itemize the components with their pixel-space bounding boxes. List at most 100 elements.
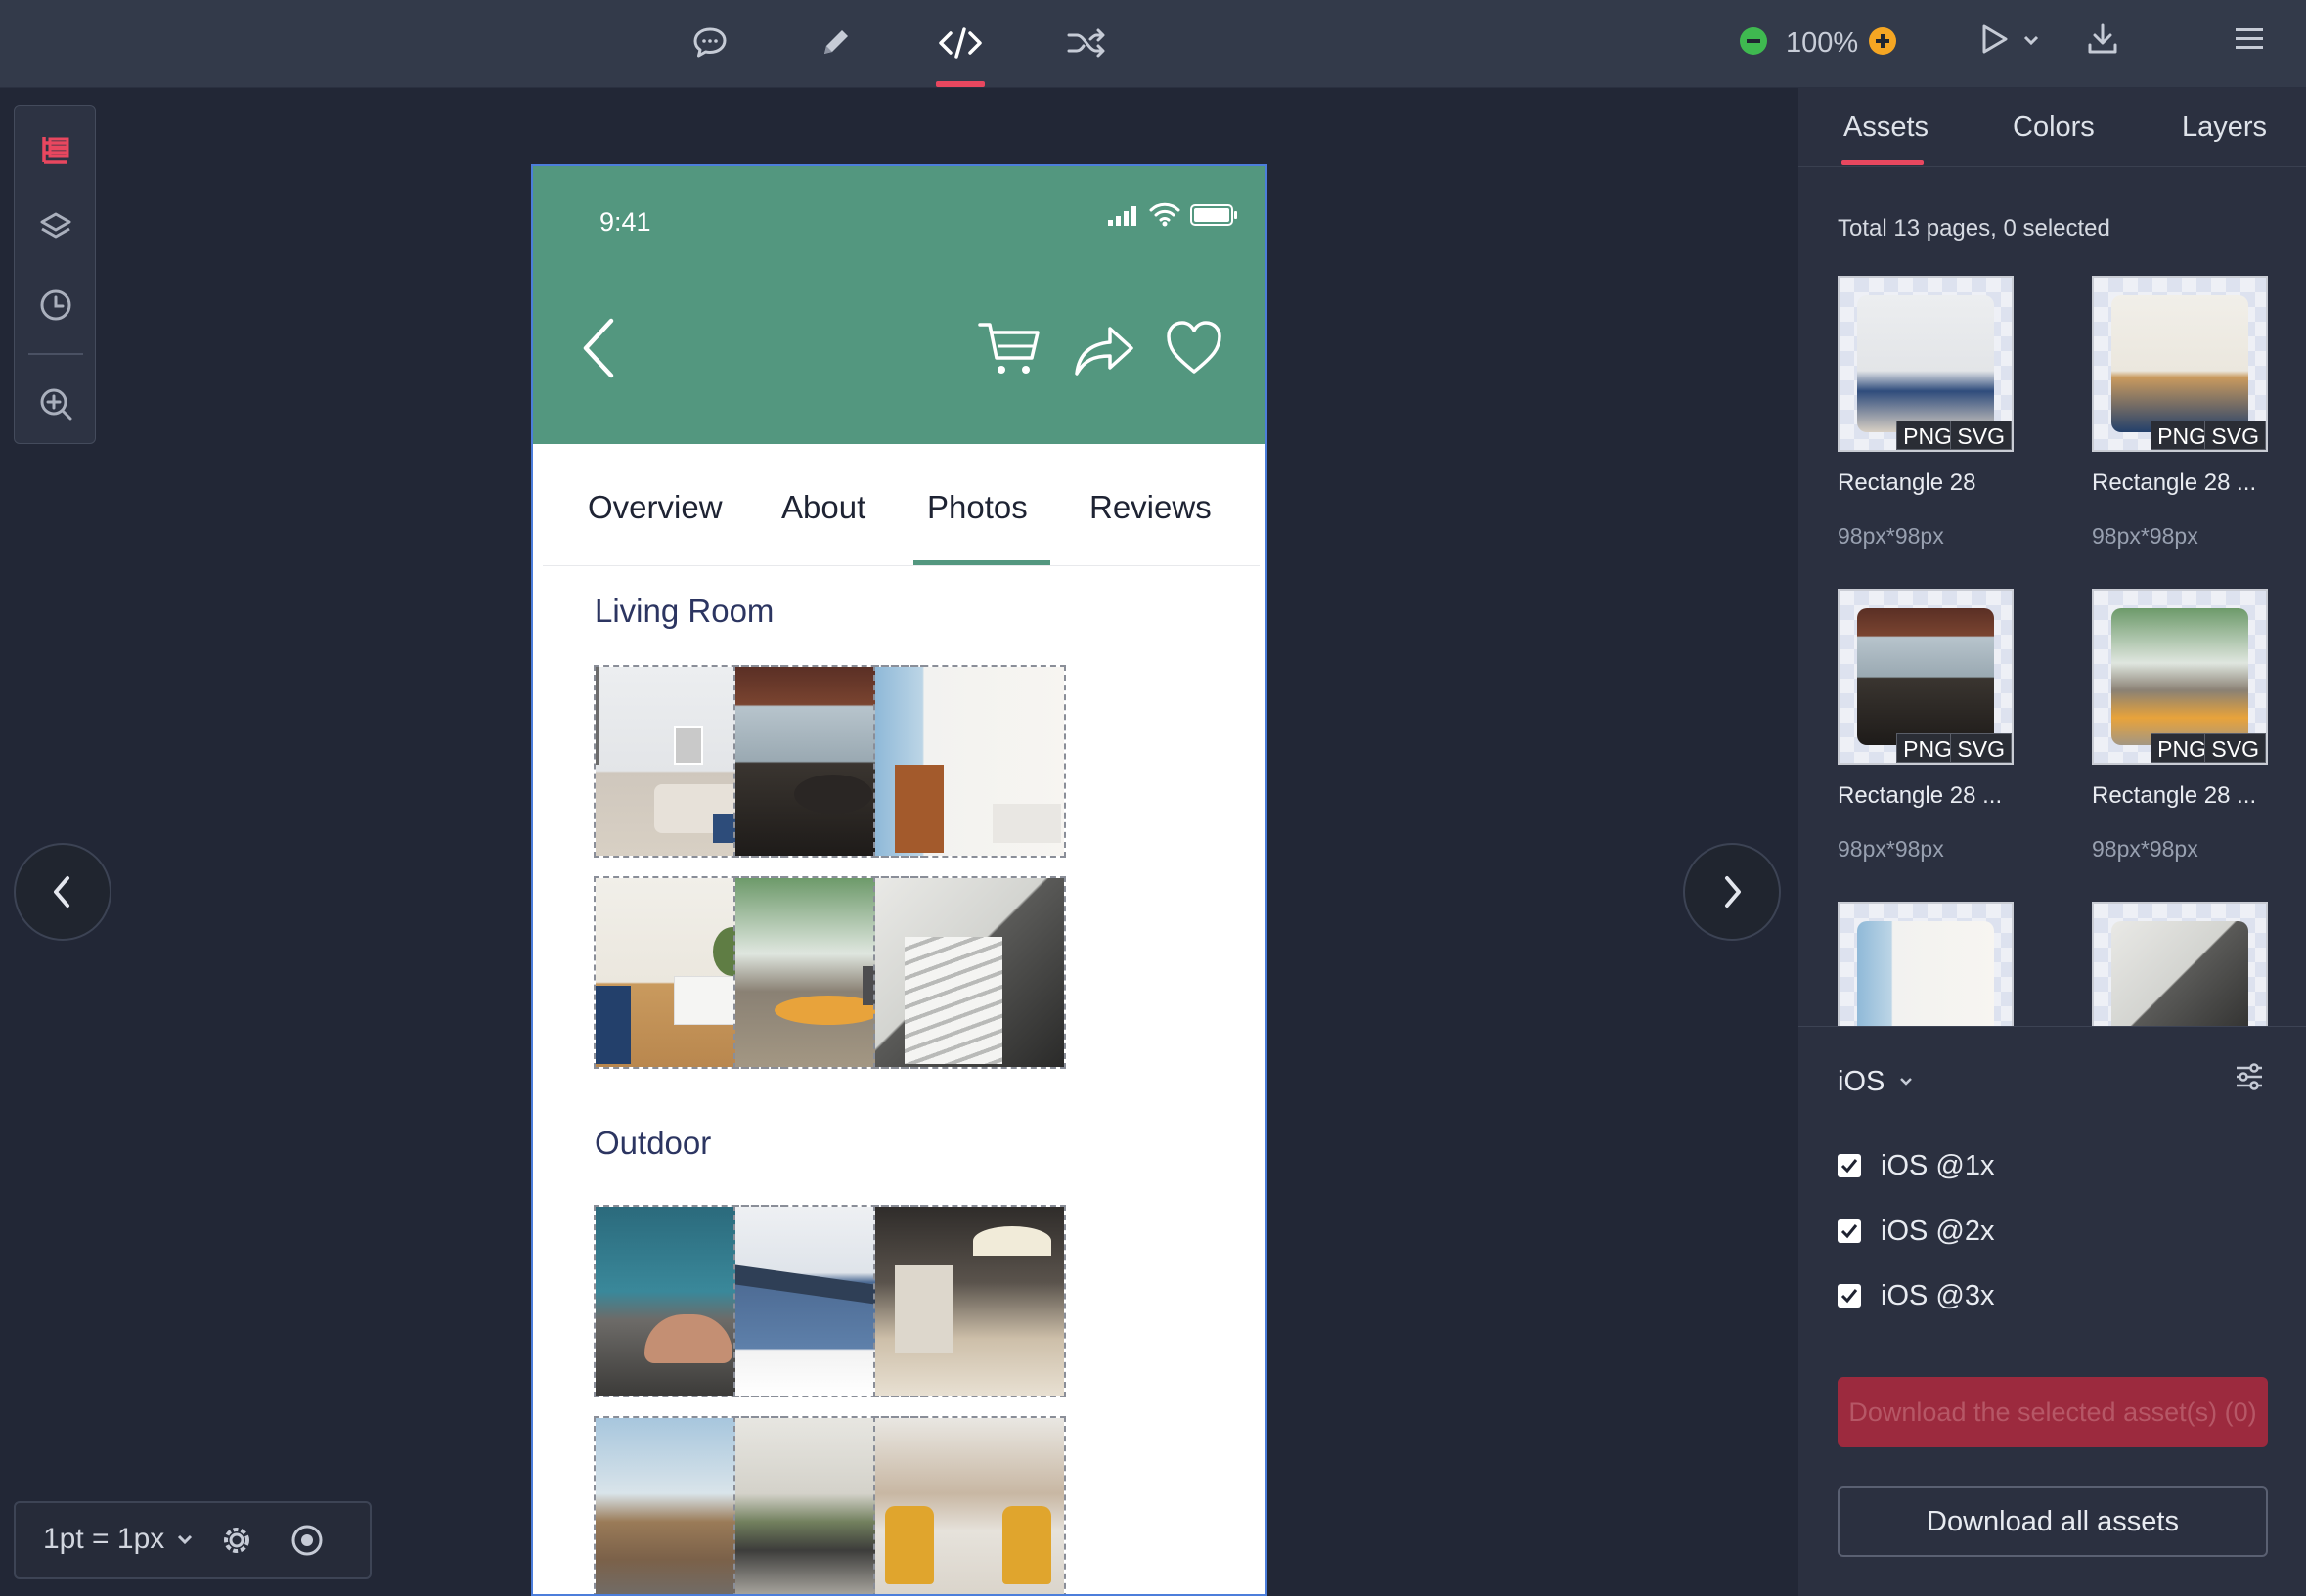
tab-layers[interactable]: Layers bbox=[2182, 111, 2267, 144]
download-selected-button[interactable]: Download the selected asset(s) (0) bbox=[1838, 1377, 2268, 1447]
history-icon bbox=[40, 289, 71, 321]
assets-summary: Total 13 pages, 0 selected bbox=[1838, 215, 2110, 242]
scale-control: 1pt = 1px bbox=[14, 1501, 372, 1579]
photo-outdoor-6[interactable] bbox=[873, 1416, 1066, 1594]
zoom-button[interactable] bbox=[32, 380, 79, 427]
zoom-level: 100% bbox=[1786, 27, 1859, 59]
phone-artboard: 9:41 Overview About Photos Reviews Livin… bbox=[531, 164, 1267, 1596]
code-icon[interactable] bbox=[933, 16, 988, 70]
asset-size: 98px*98px bbox=[1838, 836, 1944, 862]
export-settings-button[interactable] bbox=[2233, 1060, 2266, 1093]
photo-outdoor-3[interactable] bbox=[873, 1205, 1066, 1397]
layers-button[interactable] bbox=[32, 203, 79, 250]
ios-2x-label: iOS @2x bbox=[1881, 1216, 1995, 1247]
share-icon bbox=[1075, 327, 1133, 376]
svg-badge[interactable]: SVG bbox=[2204, 733, 2266, 763]
sliders-icon bbox=[2237, 1063, 2262, 1090]
comment-icon[interactable] bbox=[683, 16, 737, 70]
history-button[interactable] bbox=[32, 282, 79, 329]
asset-thumbnail[interactable] bbox=[2092, 902, 2268, 1026]
platform-select[interactable]: iOS bbox=[1838, 1066, 1885, 1098]
png-badge[interactable]: PNG bbox=[1896, 733, 1959, 763]
battery-icon bbox=[1190, 203, 1239, 227]
plus-circle-icon bbox=[1869, 27, 1896, 55]
asset-thumbnail[interactable]: PNG SVG bbox=[1838, 589, 2014, 765]
png-badge[interactable]: PNG bbox=[2151, 733, 2213, 763]
tab-divider bbox=[1798, 166, 2306, 167]
tab-about[interactable]: About bbox=[781, 489, 865, 526]
previous-page-button[interactable] bbox=[14, 843, 111, 941]
png-badge[interactable]: PNG bbox=[1896, 421, 1959, 450]
download-icon bbox=[2088, 23, 2117, 54]
zoom-in-icon bbox=[40, 388, 72, 421]
asset-size: 98px*98px bbox=[2092, 523, 2198, 549]
wifi-icon bbox=[1149, 201, 1180, 227]
panel-divider bbox=[1798, 1026, 2306, 1027]
svg-badge[interactable]: SVG bbox=[2204, 421, 2266, 450]
eye-icon bbox=[291, 1525, 323, 1556]
tree-button[interactable] bbox=[32, 127, 79, 174]
photo-living-3[interactable] bbox=[873, 665, 1066, 858]
download-button[interactable] bbox=[2085, 22, 2120, 57]
heart-icon bbox=[1167, 321, 1221, 374]
asset-thumbnail[interactable]: PNG SVG bbox=[1838, 276, 2014, 452]
asset-thumbnail[interactable]: PNG SVG bbox=[2092, 589, 2268, 765]
section-title-living-room: Living Room bbox=[595, 593, 775, 629]
zoom-in-button[interactable] bbox=[1868, 26, 1897, 56]
platform-dropdown[interactable] bbox=[1898, 1076, 1914, 1087]
asset-thumbnail[interactable]: PNG SVG bbox=[2092, 276, 2268, 452]
play-button[interactable] bbox=[1975, 22, 2011, 57]
menu-button[interactable] bbox=[2234, 23, 2265, 55]
active-tab-indicator bbox=[1841, 160, 1924, 165]
tab-photos[interactable]: Photos bbox=[927, 489, 1028, 526]
pencil-icon[interactable] bbox=[808, 16, 863, 70]
next-page-button[interactable] bbox=[1683, 843, 1781, 941]
chevron-left-icon bbox=[583, 318, 614, 378]
ios-1x-checkbox[interactable] bbox=[1838, 1154, 1861, 1177]
settings-button[interactable] bbox=[219, 1523, 254, 1558]
asset-size: 98px*98px bbox=[1838, 523, 1944, 549]
cart-icon bbox=[978, 323, 1040, 374]
gear-icon bbox=[224, 1528, 249, 1553]
menu-icon bbox=[2236, 28, 2263, 49]
play-icon bbox=[1982, 24, 2008, 54]
svg-badge[interactable]: SVG bbox=[1950, 733, 2012, 763]
favorite-button[interactable] bbox=[1165, 319, 1223, 376]
preview-button[interactable] bbox=[289, 1523, 325, 1558]
ios-2x-checkbox[interactable] bbox=[1838, 1219, 1861, 1243]
back-button[interactable] bbox=[580, 317, 619, 379]
photo-living-6[interactable] bbox=[873, 876, 1066, 1069]
inspector-panel: Assets Colors Layers Total 13 pages, 0 s… bbox=[1797, 88, 2306, 1596]
play-options-dropdown[interactable] bbox=[2022, 33, 2040, 47]
chevron-down-icon bbox=[2023, 35, 2039, 46]
top-toolbar: 100% bbox=[0, 0, 2306, 88]
chevron-down-icon bbox=[1900, 1078, 1912, 1086]
status-time: 9:41 bbox=[599, 207, 651, 237]
scale-select[interactable]: 1pt = 1px bbox=[43, 1523, 164, 1556]
asset-thumbnail[interactable] bbox=[1838, 902, 2014, 1026]
layers-icon bbox=[40, 212, 71, 239]
shuffle-icon[interactable] bbox=[1059, 16, 1114, 70]
tab-overview[interactable]: Overview bbox=[588, 489, 723, 526]
checkmark-icon bbox=[1840, 1224, 1858, 1239]
download-all-button[interactable]: Download all assets bbox=[1838, 1486, 2268, 1557]
tab-assets[interactable]: Assets bbox=[1843, 111, 1929, 144]
active-tool-indicator bbox=[936, 81, 985, 87]
scale-dropdown[interactable] bbox=[176, 1532, 194, 1546]
ios-3x-checkbox[interactable] bbox=[1838, 1284, 1861, 1308]
share-button[interactable] bbox=[1073, 323, 1135, 377]
tree-icon bbox=[42, 137, 69, 164]
signal-icon bbox=[1108, 205, 1143, 227]
tab-bar: Overview About Photos Reviews bbox=[533, 444, 1265, 561]
section-title-outdoor: Outdoor bbox=[595, 1125, 712, 1161]
asset-size: 98px*98px bbox=[2092, 836, 2198, 862]
png-badge[interactable]: PNG bbox=[2151, 421, 2213, 450]
checkmark-icon bbox=[1840, 1159, 1858, 1174]
zoom-out-button[interactable] bbox=[1739, 26, 1768, 56]
left-toolbar bbox=[14, 105, 96, 444]
tab-colors[interactable]: Colors bbox=[2013, 111, 2095, 144]
svg-badge[interactable]: SVG bbox=[1950, 421, 2012, 450]
tab-reviews[interactable]: Reviews bbox=[1089, 489, 1212, 526]
cart-button[interactable] bbox=[977, 319, 1042, 379]
chevron-down-icon bbox=[177, 1534, 193, 1545]
